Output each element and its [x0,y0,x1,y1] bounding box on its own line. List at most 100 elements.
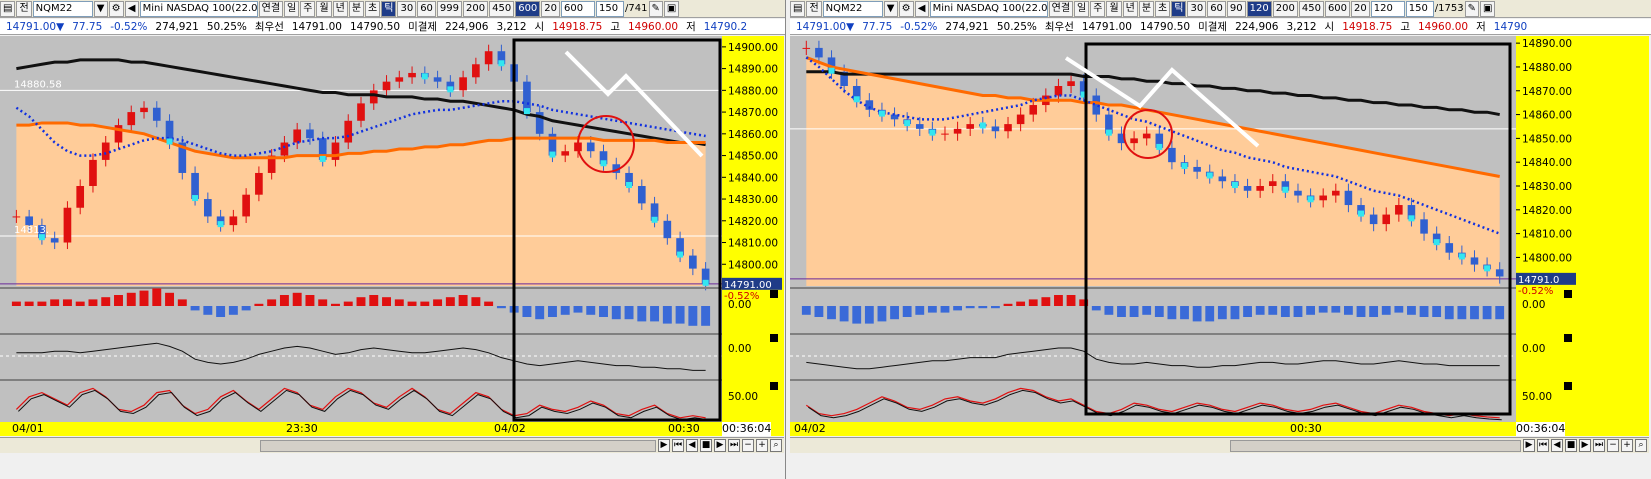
menu-item[interactable]: 주 [1090,0,1106,17]
low-label: 저 [1476,21,1486,33]
histogram-bar [1268,306,1278,315]
period-button[interactable]: 20 [541,0,561,17]
menu-item[interactable]: 초 [365,0,381,17]
chart-canvas[interactable]: 14880.58 14813. [0,36,722,422]
menu-item-selected[interactable]: 틱 [1171,0,1187,17]
menu-item[interactable]: 초 [1155,0,1171,17]
nav-icon[interactable]: ▤ [0,0,16,17]
histogram-bar [1394,306,1404,313]
time-now: 00:36:04 [1516,422,1566,436]
histogram-bar [254,303,264,306]
price-tick-label: 14810.00 [1522,229,1572,241]
period-button[interactable]: 60 [1207,0,1226,17]
period-input[interactable]: 120 [1370,0,1405,17]
menu-item[interactable]: 분 [1138,0,1155,17]
save-icon[interactable]: ▣ [1479,0,1496,17]
period-button[interactable]: 450 [489,0,515,17]
period-input[interactable]: 600 [561,0,596,17]
last-icon[interactable]: ⏭ [728,439,740,452]
period-button-selected[interactable]: 600 [515,0,541,17]
histogram-bar [382,297,391,306]
play-icon[interactable]: ▶ [658,439,670,452]
period-button[interactable]: 450 [1298,0,1324,17]
chart-canvas[interactable] [790,36,1516,422]
settings-icon[interactable]: ⚙ [108,0,124,17]
nav-icon[interactable]: ▤ [790,0,806,17]
search-icon[interactable]: ⌕ [1635,439,1647,452]
candle-body [941,133,949,135]
zoom-in-icon[interactable]: + [756,439,768,452]
scroll-track[interactable] [260,439,656,452]
menu-item[interactable]: 일 [1074,0,1090,17]
period-button[interactable]: 999 [436,0,463,17]
menu-item[interactable]: 월 [1106,0,1122,17]
first-icon[interactable]: ⏮ [672,439,684,452]
menu-item[interactable]: 년 [332,0,348,17]
save-icon[interactable]: ▣ [663,0,680,17]
settings-icon[interactable]: ⚙ [898,0,914,17]
last-icon[interactable]: ⏭ [1593,439,1605,452]
prev-icon[interactable]: ◀ [686,439,698,452]
osc-tick-label: 50.00 [1522,391,1552,403]
speaker-icon[interactable]: ◀ [914,0,929,17]
zoom-in-icon[interactable]: + [1621,439,1633,452]
scroll-track[interactable] [1230,439,1521,452]
zoom-out-icon[interactable]: − [742,439,754,452]
prev-icon[interactable]: ◀ [1551,439,1563,452]
quote-bar: 14791.00▼ 77.75 -0.52% 274,921 50.25% 최우… [0,19,785,35]
menu-item[interactable]: 연결 [258,0,284,17]
jeon-button[interactable]: 전 [16,0,32,17]
histogram-bar [1432,306,1442,317]
speaker-icon[interactable]: ◀ [124,0,139,17]
osc-tick-label: 50.00 [728,391,758,403]
histogram-bar [126,292,136,306]
period-button[interactable]: 60 [417,0,436,17]
menu-item[interactable]: 년 [1122,0,1138,17]
stop-icon[interactable]: ■ [700,439,712,452]
ask: 14790.50 [349,20,401,33]
count-input[interactable]: 150 [596,0,625,17]
tool-icon[interactable]: ✎ [1464,0,1479,17]
candle-body [433,77,442,82]
period-button[interactable]: 20 [1351,0,1370,17]
candle-body [395,77,404,82]
menu-item-selected[interactable]: 틱 [381,0,397,17]
play-icon[interactable]: ▶ [1523,439,1535,452]
histogram-bar [318,299,328,306]
period-button-selected[interactable]: 120 [1246,0,1272,17]
next-icon[interactable]: ▶ [1579,439,1591,452]
period-button[interactable]: 30 [1187,0,1207,17]
search-icon[interactable]: ⌕ [770,439,782,452]
stop-icon[interactable]: ■ [1565,439,1577,452]
menu-item[interactable]: 일 [284,0,300,17]
histogram-bar [343,301,353,306]
next-icon[interactable]: ▶ [714,439,726,452]
menu-item[interactable]: 주 [300,0,316,17]
menu-item[interactable]: 월 [316,0,332,17]
candle-body [1029,105,1038,115]
panel-close-icon [1564,382,1572,390]
dropdown-icon[interactable]: ▼ [93,0,108,17]
price-tick-label: 14800.00 [1522,252,1572,264]
symbol-input[interactable]: NQM22 [32,0,93,17]
candle-body [991,126,1000,132]
signal-marker [1458,253,1465,260]
first-icon[interactable]: ⏮ [1537,439,1549,452]
count-input[interactable]: 150 [1405,0,1434,17]
menu-item[interactable]: 분 [348,0,365,17]
period-button[interactable]: 200 [463,0,489,17]
signal-marker [878,110,885,117]
high-label: 고 [1400,21,1410,33]
period-button[interactable]: 90 [1226,0,1246,17]
tool-icon[interactable]: ✎ [648,0,663,17]
period-button[interactable]: 200 [1272,0,1298,17]
period-button[interactable]: 600 [1324,0,1351,17]
candle-body [229,216,238,226]
dropdown-icon[interactable]: ▼ [883,0,898,17]
jeon-button[interactable]: 전 [806,0,822,17]
symbol-input[interactable]: NQM22 [822,0,883,17]
menu-item[interactable]: 연결 [1048,0,1074,17]
histogram-bar [458,295,468,306]
zoom-out-icon[interactable]: − [1607,439,1619,452]
period-button[interactable]: 30 [397,0,417,17]
